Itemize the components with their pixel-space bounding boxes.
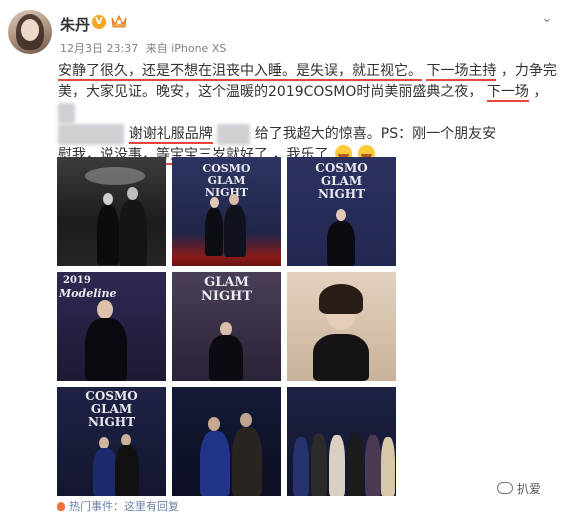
text-segment: 安静了很久，还是不想在沮丧中入睡。是失误，就正视它。 <box>58 63 422 81</box>
avatar[interactable] <box>8 10 52 54</box>
photo-7[interactable]: COSMO GLAM NIGHT <box>57 387 166 496</box>
backdrop-text: NIGHT <box>87 415 136 429</box>
backdrop-text: 2019 <box>63 275 91 286</box>
wechat-icon <box>497 482 513 494</box>
backdrop-text: NIGHT <box>200 289 253 304</box>
photo-8[interactable] <box>172 387 281 496</box>
post-source: 来自 iPhone XS <box>145 42 227 55</box>
text-segment: 美，大家见证。晚安，这个温暖的2019COSMO时尚美丽盛典之夜， <box>58 84 483 100</box>
photo-3[interactable]: COSMO GLAM NIGHT <box>287 157 396 266</box>
backdrop-text: GLAM <box>204 275 249 290</box>
chevron-down-icon[interactable]: ⌄ <box>541 10 553 26</box>
weibo-post-card: 朱丹 V 12月3日 23:37 来自 iPhone XS ⌄ 安静了很久，还是… <box>0 0 575 514</box>
backdrop-text: COSMO <box>85 389 138 403</box>
photo-9[interactable] <box>287 387 396 496</box>
redacted-text: xx <box>58 103 75 124</box>
redacted-text: xxxx <box>217 124 251 145</box>
backdrop-text: COSMO <box>202 162 251 175</box>
text-segment: ，力争完 <box>500 63 557 79</box>
photo-4[interactable]: 2019 Modeline <box>57 272 166 381</box>
photo-6[interactable] <box>287 272 396 381</box>
post-text: 安静了很久，还是不想在沮丧中入睡。是失误，就正视它。 下一场主持 ，力争完 美，… <box>58 61 558 166</box>
backdrop-text: GLAM <box>207 174 246 187</box>
text-segment: 给了我超大的惊喜。PS：刚一个朋友安 <box>254 126 497 142</box>
text-segment: 下一场 <box>486 84 529 102</box>
post-meta: 12月3日 23:37 来自 iPhone XS <box>60 40 230 56</box>
backdrop-text: Modeline <box>59 287 117 300</box>
verified-badge-icon: V <box>92 15 106 29</box>
redacted-text: xxxxxxxx <box>58 124 125 145</box>
backdrop-text: COSMO <box>315 161 368 175</box>
fire-icon <box>57 502 65 511</box>
backdrop-text: GLAM <box>90 402 133 416</box>
watermark-text: 扒爱 <box>517 482 542 496</box>
watermark: 扒爱 <box>497 480 541 497</box>
text-segment: 下一场主持 <box>426 63 497 81</box>
photo-2[interactable]: COSMO GLAM NIGHT <box>172 157 281 266</box>
backdrop-text: NIGHT <box>204 186 249 199</box>
author-name[interactable]: 朱丹 <box>60 14 90 35</box>
photo-5[interactable]: GLAM NIGHT <box>172 272 281 381</box>
backdrop-text: GLAM <box>320 174 363 188</box>
backdrop-text: NIGHT <box>317 187 366 201</box>
post-time[interactable]: 12月3日 23:37 <box>60 42 138 55</box>
text-segment: ， <box>533 84 548 100</box>
crown-icon <box>111 14 127 28</box>
photo-1[interactable] <box>57 157 166 266</box>
text-segment: 谢谢礼服品牌 <box>128 126 213 144</box>
hot-topic-link[interactable]: 热门事件：这里有回复 <box>57 498 179 514</box>
hot-topic-label: 热门事件：这里有回复 <box>69 500 179 513</box>
